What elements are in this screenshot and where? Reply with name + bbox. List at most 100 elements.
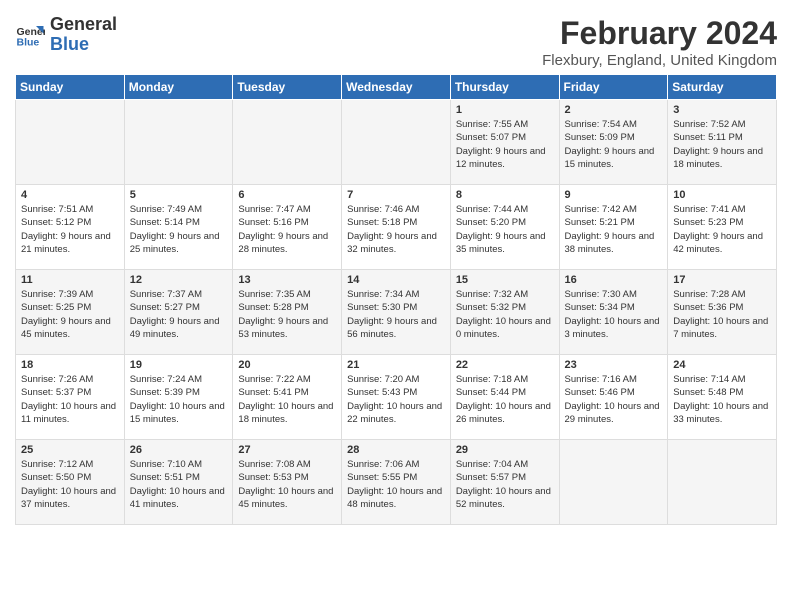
daylight: Daylight: 10 hours and 41 minutes. [130, 486, 225, 510]
svg-text:Blue: Blue [17, 36, 40, 48]
day-number: 25 [21, 444, 119, 456]
day-info: Sunrise: 7:08 AM Sunset: 5:53 PM Dayligh… [238, 458, 336, 511]
weekday-header: Saturday [668, 75, 777, 100]
sunset: Sunset: 5:28 PM [238, 302, 308, 313]
calendar-cell: 3 Sunrise: 7:52 AM Sunset: 5:11 PM Dayli… [668, 100, 777, 185]
sunset: Sunset: 5:34 PM [565, 302, 635, 313]
sunset: Sunset: 5:41 PM [238, 387, 308, 398]
calendar-cell: 9 Sunrise: 7:42 AM Sunset: 5:21 PM Dayli… [559, 185, 668, 270]
day-number: 18 [21, 359, 119, 371]
sunset: Sunset: 5:07 PM [456, 132, 526, 143]
sunrise: Sunrise: 7:35 AM [238, 289, 310, 300]
day-info: Sunrise: 7:14 AM Sunset: 5:48 PM Dayligh… [673, 373, 771, 426]
day-number: 14 [347, 274, 445, 286]
calendar-cell: 14 Sunrise: 7:34 AM Sunset: 5:30 PM Dayl… [342, 270, 451, 355]
day-number: 2 [565, 104, 663, 116]
sunrise: Sunrise: 7:44 AM [456, 204, 528, 215]
day-number: 12 [130, 274, 228, 286]
sunset: Sunset: 5:11 PM [673, 132, 743, 143]
daylight: Daylight: 9 hours and 32 minutes. [347, 231, 437, 255]
day-number: 10 [673, 189, 771, 201]
sunrise: Sunrise: 7:46 AM [347, 204, 419, 215]
calendar-cell [16, 100, 125, 185]
day-info: Sunrise: 7:44 AM Sunset: 5:20 PM Dayligh… [456, 203, 554, 256]
day-number: 17 [673, 274, 771, 286]
calendar-cell [124, 100, 233, 185]
sunrise: Sunrise: 7:06 AM [347, 459, 419, 470]
sunset: Sunset: 5:36 PM [673, 302, 743, 313]
sunset: Sunset: 5:51 PM [130, 472, 200, 483]
sunrise: Sunrise: 7:16 AM [565, 374, 637, 385]
month-title: February 2024 [542, 15, 777, 52]
daylight: Daylight: 10 hours and 11 minutes. [21, 401, 116, 425]
calendar-cell [233, 100, 342, 185]
day-number: 16 [565, 274, 663, 286]
calendar-cell [559, 440, 668, 525]
sunrise: Sunrise: 7:39 AM [21, 289, 93, 300]
calendar-cell: 17 Sunrise: 7:28 AM Sunset: 5:36 PM Dayl… [668, 270, 777, 355]
calendar-cell: 23 Sunrise: 7:16 AM Sunset: 5:46 PM Dayl… [559, 355, 668, 440]
day-info: Sunrise: 7:55 AM Sunset: 5:07 PM Dayligh… [456, 118, 554, 171]
sunrise: Sunrise: 7:54 AM [565, 119, 637, 130]
day-info: Sunrise: 7:35 AM Sunset: 5:28 PM Dayligh… [238, 288, 336, 341]
day-number: 22 [456, 359, 554, 371]
daylight: Daylight: 9 hours and 42 minutes. [673, 231, 763, 255]
weekday-header: Wednesday [342, 75, 451, 100]
calendar-cell: 10 Sunrise: 7:41 AM Sunset: 5:23 PM Dayl… [668, 185, 777, 270]
day-info: Sunrise: 7:52 AM Sunset: 5:11 PM Dayligh… [673, 118, 771, 171]
day-number: 5 [130, 189, 228, 201]
sunset: Sunset: 5:18 PM [347, 217, 417, 228]
sunrise: Sunrise: 7:52 AM [673, 119, 745, 130]
sunrise: Sunrise: 7:47 AM [238, 204, 310, 215]
day-info: Sunrise: 7:51 AM Sunset: 5:12 PM Dayligh… [21, 203, 119, 256]
sunset: Sunset: 5:37 PM [21, 387, 91, 398]
calendar-cell: 4 Sunrise: 7:51 AM Sunset: 5:12 PM Dayli… [16, 185, 125, 270]
sunrise: Sunrise: 7:32 AM [456, 289, 528, 300]
sunrise: Sunrise: 7:10 AM [130, 459, 202, 470]
calendar-cell: 25 Sunrise: 7:12 AM Sunset: 5:50 PM Dayl… [16, 440, 125, 525]
calendar-cell [668, 440, 777, 525]
location: Flexbury, England, United Kingdom [542, 52, 777, 69]
daylight: Daylight: 9 hours and 38 minutes. [565, 231, 655, 255]
day-info: Sunrise: 7:54 AM Sunset: 5:09 PM Dayligh… [565, 118, 663, 171]
calendar-cell: 15 Sunrise: 7:32 AM Sunset: 5:32 PM Dayl… [450, 270, 559, 355]
daylight: Daylight: 9 hours and 12 minutes. [456, 146, 546, 170]
day-number: 19 [130, 359, 228, 371]
sunrise: Sunrise: 7:26 AM [21, 374, 93, 385]
weekday-header: Thursday [450, 75, 559, 100]
weekday-header: Monday [124, 75, 233, 100]
day-info: Sunrise: 7:47 AM Sunset: 5:16 PM Dayligh… [238, 203, 336, 256]
sunrise: Sunrise: 7:12 AM [21, 459, 93, 470]
day-info: Sunrise: 7:42 AM Sunset: 5:21 PM Dayligh… [565, 203, 663, 256]
calendar-cell: 29 Sunrise: 7:04 AM Sunset: 5:57 PM Dayl… [450, 440, 559, 525]
daylight: Daylight: 10 hours and 37 minutes. [21, 486, 116, 510]
calendar-cell: 7 Sunrise: 7:46 AM Sunset: 5:18 PM Dayli… [342, 185, 451, 270]
daylight: Daylight: 10 hours and 7 minutes. [673, 316, 768, 340]
sunset: Sunset: 5:50 PM [21, 472, 91, 483]
calendar-cell: 22 Sunrise: 7:18 AM Sunset: 5:44 PM Dayl… [450, 355, 559, 440]
day-number: 3 [673, 104, 771, 116]
sunset: Sunset: 5:23 PM [673, 217, 743, 228]
sunrise: Sunrise: 7:30 AM [565, 289, 637, 300]
calendar-cell: 28 Sunrise: 7:06 AM Sunset: 5:55 PM Dayl… [342, 440, 451, 525]
day-info: Sunrise: 7:46 AM Sunset: 5:18 PM Dayligh… [347, 203, 445, 256]
calendar-cell: 18 Sunrise: 7:26 AM Sunset: 5:37 PM Dayl… [16, 355, 125, 440]
daylight: Daylight: 9 hours and 28 minutes. [238, 231, 328, 255]
sunset: Sunset: 5:48 PM [673, 387, 743, 398]
calendar-cell: 12 Sunrise: 7:37 AM Sunset: 5:27 PM Dayl… [124, 270, 233, 355]
day-number: 11 [21, 274, 119, 286]
daylight: Daylight: 9 hours and 25 minutes. [130, 231, 220, 255]
sunrise: Sunrise: 7:51 AM [21, 204, 93, 215]
daylight: Daylight: 9 hours and 53 minutes. [238, 316, 328, 340]
calendar-cell: 27 Sunrise: 7:08 AM Sunset: 5:53 PM Dayl… [233, 440, 342, 525]
sunset: Sunset: 5:55 PM [347, 472, 417, 483]
day-info: Sunrise: 7:12 AM Sunset: 5:50 PM Dayligh… [21, 458, 119, 511]
day-info: Sunrise: 7:06 AM Sunset: 5:55 PM Dayligh… [347, 458, 445, 511]
sunrise: Sunrise: 7:55 AM [456, 119, 528, 130]
logo-text: General Blue [50, 15, 117, 55]
daylight: Daylight: 9 hours and 49 minutes. [130, 316, 220, 340]
sunset: Sunset: 5:30 PM [347, 302, 417, 313]
day-info: Sunrise: 7:16 AM Sunset: 5:46 PM Dayligh… [565, 373, 663, 426]
sunrise: Sunrise: 7:34 AM [347, 289, 419, 300]
calendar-table: SundayMondayTuesdayWednesdayThursdayFrid… [15, 74, 777, 525]
